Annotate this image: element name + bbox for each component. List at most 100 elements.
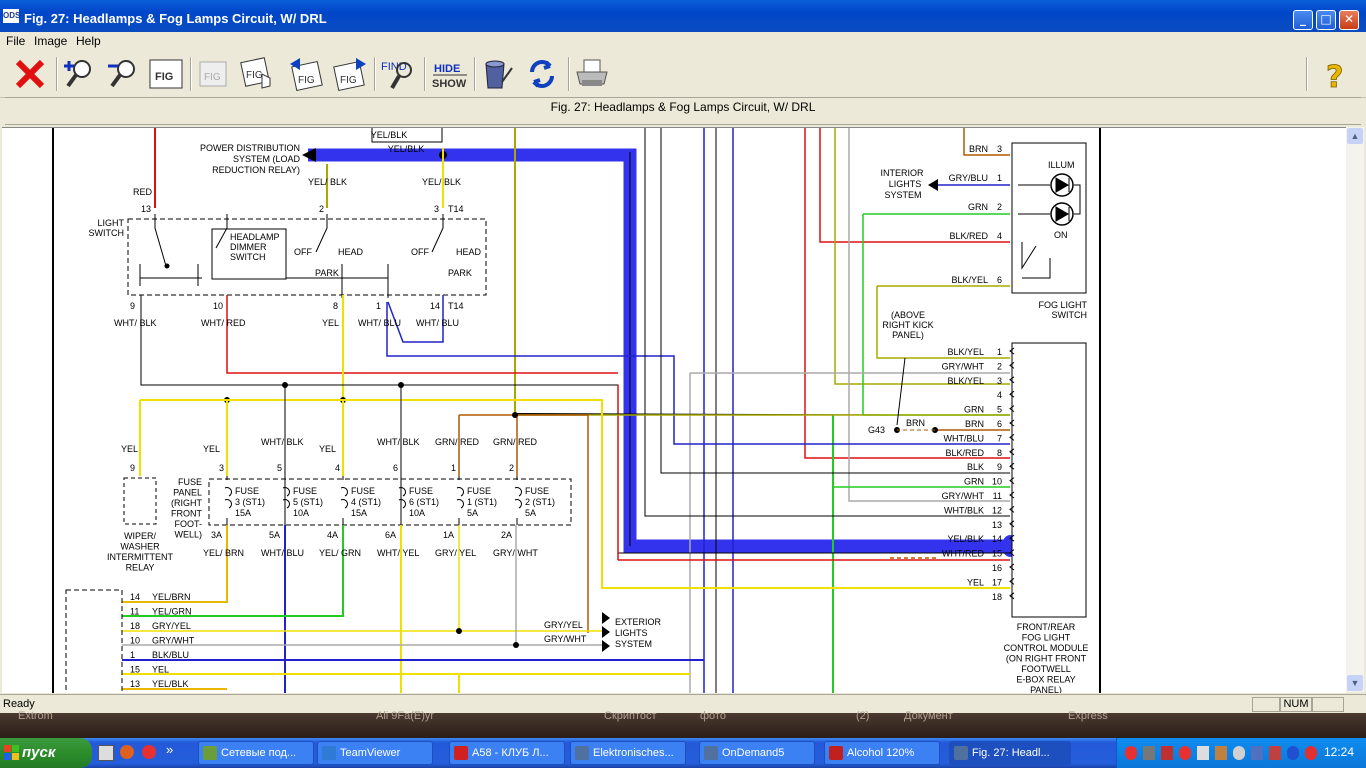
wire-label: BLK/YEL xyxy=(951,275,988,285)
scroll-up-button[interactable]: ▲ xyxy=(1347,128,1363,144)
connector-pin: 6 xyxy=(997,275,1002,285)
taskbar-item[interactable]: Сетевые под... xyxy=(198,741,314,765)
printer-icon xyxy=(576,59,608,86)
svg-text:FIG: FIG xyxy=(340,75,357,86)
tray-device-icon[interactable] xyxy=(1143,746,1155,760)
wire-label: GRY/WHT xyxy=(152,636,195,646)
tray-network-icon[interactable] xyxy=(1197,746,1209,760)
tray-stop-icon[interactable] xyxy=(1305,746,1317,760)
tray-user-icon[interactable] xyxy=(1215,746,1227,760)
close-button[interactable]: ✕ xyxy=(1339,10,1359,30)
fuse-panel-label: (RIGHT xyxy=(171,498,202,508)
more-chevron-icon[interactable]: » xyxy=(166,742,173,757)
illum-label: ILLUM xyxy=(1048,160,1075,170)
print-button[interactable] xyxy=(574,56,610,92)
question-mark-icon: ? xyxy=(1326,60,1344,96)
dimmer-label: SWITCH xyxy=(230,252,266,262)
wire-label: GRN xyxy=(968,202,988,212)
svg-text:FIG: FIG xyxy=(155,71,173,83)
menu-image[interactable]: Image xyxy=(34,34,67,48)
diagram-canvas[interactable]: YEL/BLK YEL/BLK POWER DISTRIBUTION SYSTE… xyxy=(2,127,1346,693)
wire-label: WHT/ BLK xyxy=(377,437,420,447)
on-label: ON xyxy=(1054,230,1068,240)
fuse-symbol xyxy=(282,476,290,525)
connector-pin: 1 xyxy=(997,347,1002,357)
opera-icon[interactable] xyxy=(142,745,156,759)
menu-help[interactable]: Help xyxy=(76,34,101,48)
start-button[interactable]: пуск xyxy=(0,738,92,768)
wire-label: WHT/ BLU xyxy=(416,318,459,328)
vertical-scrollbar[interactable]: ▲ ▼ xyxy=(1346,127,1364,692)
fuse-spec: 1 (ST1) xyxy=(467,497,497,507)
clock[interactable]: 12:24 xyxy=(1324,745,1354,759)
next-figure-button[interactable]: FIG xyxy=(332,56,368,92)
show-desktop-icon[interactable] xyxy=(98,745,114,761)
menu-file[interactable]: File xyxy=(6,34,25,48)
quick-launch: » xyxy=(96,742,188,762)
figure-select-button[interactable]: FIG xyxy=(240,56,276,92)
pds-label-2: SYSTEM (LOAD xyxy=(233,154,301,164)
fuse-spec: 4 (ST1) xyxy=(351,497,381,507)
taskbar-item[interactable]: Elektronisches... xyxy=(570,741,686,765)
help-button[interactable]: ? xyxy=(1318,56,1354,96)
wiper-relay-label: RELAY xyxy=(126,563,155,573)
wire-label: WHT/RED xyxy=(942,549,984,559)
previous-figure-button[interactable]: FIG xyxy=(288,56,324,92)
wire-label: BRN xyxy=(965,419,984,429)
title-bar[interactable]: ODS Fig. 27: Headlamps & Fog Lamps Circu… xyxy=(0,0,1366,32)
module-label: FOG LIGHT xyxy=(1022,633,1071,643)
find-magnifier-icon: FIND xyxy=(381,61,412,90)
taskbar-item[interactable]: TeamViewer xyxy=(317,741,433,765)
maximize-button[interactable]: □ xyxy=(1316,10,1336,30)
wire-label: YEL xyxy=(967,577,984,587)
wire-label: YEL/BLK xyxy=(371,130,408,140)
refresh-button[interactable] xyxy=(524,56,560,92)
fit-figure-button[interactable]: FIG xyxy=(148,56,184,92)
taskbar-item[interactable]: A58 - КЛУБ Л... xyxy=(449,741,565,765)
module-label: CONTROL MODULE xyxy=(1004,643,1089,653)
fig-back-icon: FIG xyxy=(290,58,323,92)
tray-shield-icon[interactable] xyxy=(1251,746,1263,760)
tray-opera-icon[interactable] xyxy=(1125,746,1137,760)
fuse-panel-label: WELL) xyxy=(174,530,202,540)
tray-volume-icon[interactable] xyxy=(1233,746,1245,760)
wire-label: YEL/ BLK xyxy=(422,177,461,187)
find-button[interactable]: FIND xyxy=(380,56,416,92)
module-label: PANEL) xyxy=(1030,685,1062,693)
zoom-in-button[interactable] xyxy=(62,56,98,92)
tray-flag-icon[interactable] xyxy=(1269,746,1281,760)
browser-icon[interactable] xyxy=(120,745,134,759)
pin-t14: T14 xyxy=(448,301,464,311)
fuse-name: FUSE xyxy=(235,486,259,496)
paint-button[interactable] xyxy=(480,56,516,92)
wire-red: RED xyxy=(133,187,153,197)
zoom-out-button[interactable] xyxy=(106,56,142,92)
connector-pin: 1 xyxy=(130,650,135,660)
fog-switch-label: SWITCH xyxy=(1052,310,1088,320)
scroll-down-button[interactable]: ▼ xyxy=(1347,675,1363,691)
pin-8: 8 xyxy=(333,301,338,311)
taskbar-item[interactable]: OnDemand5 xyxy=(699,741,815,765)
minimize-button[interactable]: _ xyxy=(1293,10,1313,30)
fuse-pin-top: 2 xyxy=(509,463,514,473)
hide-show-button[interactable]: HIDE SHOW xyxy=(430,56,470,92)
task-app-icon xyxy=(575,746,589,760)
wire-label: YEL xyxy=(203,444,220,454)
above-kick-label: PANEL) xyxy=(892,330,924,340)
wiper-relay-label: INTERMITTENT xyxy=(107,552,173,562)
fuse-panel-label: PANEL xyxy=(173,488,202,498)
figure-list-button[interactable]: FIG xyxy=(196,56,232,92)
tray-app-icon[interactable] xyxy=(1161,746,1173,760)
taskbar-item[interactable]: Alcohol 120% xyxy=(824,741,940,765)
tray-opera2-icon[interactable] xyxy=(1179,746,1191,760)
connector-pin: 17 xyxy=(992,577,1002,587)
taskbar-item[interactable]: Fig. 27: Headl... xyxy=(949,741,1071,765)
wire-label: GRY/ YEL xyxy=(435,548,476,558)
exit-button[interactable] xyxy=(12,56,48,92)
fog-switch-label: FOG LIGHT xyxy=(1038,300,1087,310)
task-app-icon xyxy=(954,746,968,760)
switch-off: OFF xyxy=(294,247,312,257)
wire-label: YEL xyxy=(322,318,339,328)
connector-pin: 2 xyxy=(997,361,1002,371)
tray-bolt-icon[interactable] xyxy=(1287,746,1299,760)
